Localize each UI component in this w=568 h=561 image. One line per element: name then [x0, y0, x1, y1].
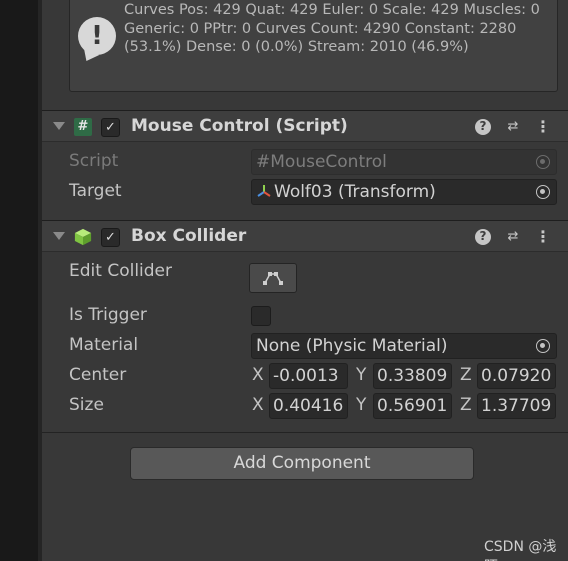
inspector-panel: ! Curves Pos: 429 Quat: 429 Euler: 0 Sca…	[42, 0, 568, 561]
component-title: Box Collider	[131, 226, 247, 246]
center-y-label[interactable]: Y	[356, 365, 366, 385]
help-icon[interactable]: ?	[475, 229, 491, 245]
is-trigger-checkbox[interactable]	[251, 306, 271, 326]
target-value: Wolf03 (Transform)	[274, 182, 436, 202]
foldout-arrow-icon[interactable]	[53, 232, 65, 240]
script-label: Script	[69, 151, 119, 171]
box-collider-header[interactable]: ✓ Box Collider ? ⇄ ⋮	[42, 220, 568, 252]
mouse-control-header[interactable]: # ✓ Mouse Control (Script) ? ⇄ ⋮	[42, 110, 568, 142]
divider	[42, 432, 568, 433]
info-text: Curves Pos: 429 Quat: 429 Euler: 0 Scale…	[124, 2, 540, 55]
target-label: Target	[69, 181, 122, 201]
csharp-script-icon: #	[74, 118, 92, 136]
object-picker-icon[interactable]	[536, 185, 550, 199]
context-menu-icon[interactable]: ⋮	[535, 229, 551, 245]
center-z-field[interactable]: 0.07920	[477, 363, 556, 389]
mouse-control-enabled-checkbox[interactable]: ✓	[101, 118, 120, 137]
transform-icon	[257, 185, 271, 197]
foldout-arrow-icon[interactable]	[53, 122, 65, 130]
size-x-label[interactable]: X	[252, 395, 264, 415]
size-y-field[interactable]: 0.56901	[373, 393, 452, 419]
box-collider-cube-icon	[74, 228, 92, 246]
warning-exclamation-icon: !	[78, 17, 116, 55]
presets-icon[interactable]: ⇄	[505, 119, 521, 135]
center-x-label[interactable]: X	[252, 365, 264, 385]
edit-collider-button[interactable]	[249, 263, 297, 293]
is-trigger-label: Is Trigger	[69, 305, 147, 325]
center-y-field[interactable]: 0.33809	[373, 363, 452, 389]
edit-bounds-icon	[263, 272, 283, 285]
size-z-field[interactable]: 1.37709	[477, 393, 556, 419]
context-menu-icon[interactable]: ⋮	[535, 119, 551, 135]
script-field: #MouseControl	[251, 149, 557, 175]
object-picker-icon	[536, 155, 550, 169]
help-icon[interactable]: ?	[475, 119, 491, 135]
watermark: CSDN @浅陌sss	[484, 539, 557, 561]
target-field[interactable]: Wolf03 (Transform)	[251, 179, 557, 205]
size-z-label[interactable]: Z	[460, 395, 472, 415]
component-title: Mouse Control (Script)	[131, 116, 348, 136]
script-value: MouseControl	[270, 152, 387, 172]
box-collider-enabled-checkbox[interactable]: ✓	[101, 228, 120, 247]
material-field[interactable]: None (Physic Material)	[251, 333, 557, 359]
add-component-button[interactable]: Add Component	[130, 447, 474, 480]
animation-info-box: ! Curves Pos: 429 Quat: 429 Euler: 0 Sca…	[69, 0, 558, 92]
material-value: None (Physic Material)	[256, 336, 448, 356]
size-x-field[interactable]: 0.40416	[269, 393, 348, 419]
object-picker-icon[interactable]	[536, 339, 550, 353]
size-y-label[interactable]: Y	[356, 395, 366, 415]
edit-collider-label: Edit Collider	[69, 261, 173, 281]
center-z-label[interactable]: Z	[460, 365, 472, 385]
material-label: Material	[69, 335, 139, 355]
center-label: Center	[69, 365, 127, 385]
presets-icon[interactable]: ⇄	[505, 229, 521, 245]
size-label: Size	[69, 395, 104, 415]
hierarchy-panel-edge	[0, 0, 38, 561]
center-x-field[interactable]: -0.0013	[269, 363, 348, 389]
script-file-icon: #	[256, 152, 271, 172]
